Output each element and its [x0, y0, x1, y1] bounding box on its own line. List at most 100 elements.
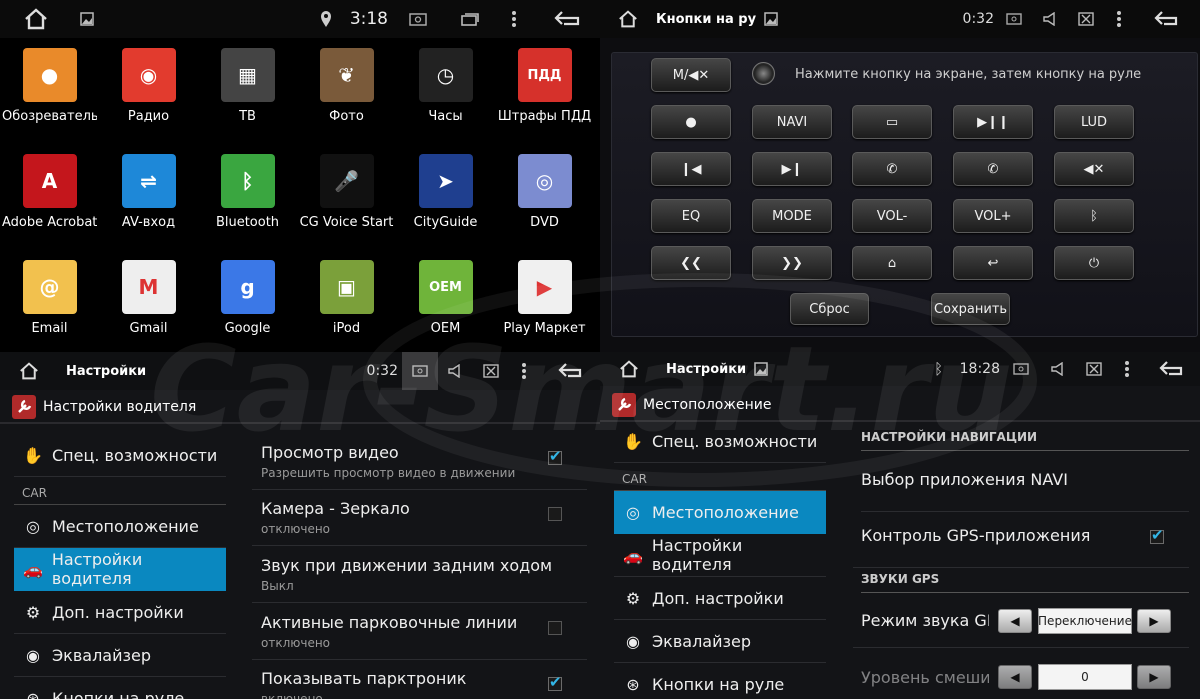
- option-checkbox[interactable]: [548, 507, 562, 521]
- hangup-button[interactable]: ✆: [953, 152, 1033, 186]
- play-pause-button[interactable]: ▶❙❙: [953, 105, 1033, 139]
- disc-button[interactable]: ●: [651, 105, 731, 139]
- app-voice-car[interactable]: 🎤 CG Voice Start: [297, 146, 396, 252]
- mode-button[interactable]: MODE: [752, 199, 832, 233]
- app-oem-android[interactable]: OEM OEM: [396, 252, 495, 352]
- gps-sound-mode-prev-button[interactable]: ◀: [998, 609, 1032, 633]
- app-play-market[interactable]: ▶ Play Маркет: [495, 252, 594, 352]
- home-icon[interactable]: [600, 0, 656, 38]
- power-button[interactable]: ⏻: [1054, 246, 1134, 280]
- mute-button[interactable]: ◀✕: [1054, 152, 1134, 186]
- save-button[interactable]: Сохранить: [931, 293, 1010, 325]
- sidebar-item-0[interactable]: ◎ Местоположение: [14, 505, 226, 548]
- app-bluetooth[interactable]: ᛒ Bluetooth: [198, 146, 297, 252]
- app-photo[interactable]: ❦ Фото: [297, 40, 396, 146]
- gps-control-option[interactable]: Контроль GPS-приложения: [853, 512, 1189, 568]
- sidebar-item-3[interactable]: ◉ Эквалайзер: [14, 634, 226, 677]
- app-cityguide[interactable]: ➤ CityGuide: [396, 146, 495, 252]
- home-button[interactable]: ⌂: [852, 246, 932, 280]
- mute-mode-button[interactable]: M/◀✕: [651, 58, 731, 92]
- car-icon: 🚗: [22, 559, 43, 579]
- rewind-button[interactable]: ❮❮: [651, 246, 731, 280]
- prev-track-button[interactable]: ❙◀: [651, 152, 731, 186]
- radio-button[interactable]: ▭: [852, 105, 932, 139]
- driver-option[interactable]: Активные парковочные линии отключено: [252, 604, 587, 660]
- sidebar-item-label: Кнопки на руле: [52, 688, 185, 699]
- navi-app-option[interactable]: Выбор приложения NAVI: [861, 456, 1189, 512]
- close-window-icon[interactable]: [1068, 0, 1104, 38]
- back-icon[interactable]: [536, 0, 600, 38]
- call-button[interactable]: ✆: [852, 152, 932, 186]
- option-checkbox[interactable]: [548, 621, 562, 635]
- driver-option[interactable]: Просмотр видео Разрешить просмотр видео в…: [252, 434, 587, 490]
- sidebar-item-1[interactable]: 🚗 Настройки водителя: [614, 534, 826, 577]
- back-icon[interactable]: [1134, 0, 1200, 38]
- screenshot-icon[interactable]: [402, 352, 438, 390]
- app-traffic-fines[interactable]: ПДД Штрафы ПДД: [495, 40, 594, 146]
- screenshot-icon[interactable]: [388, 0, 448, 38]
- app-email[interactable]: @ Email: [0, 252, 99, 352]
- eq-button[interactable]: EQ: [651, 199, 731, 233]
- app-clock[interactable]: ◷ Часы: [396, 40, 495, 146]
- file-manager-icon: ●: [22, 48, 77, 102]
- sidebar-item-accessibility[interactable]: ✋ Спец. возможности: [614, 420, 826, 463]
- bluetooth-button[interactable]: ᛒ: [1054, 199, 1134, 233]
- app-tv[interactable]: ▦ ТВ: [198, 40, 297, 146]
- app-av-input[interactable]: ⇌ AV-вход: [99, 146, 198, 252]
- app-google[interactable]: g Google: [198, 252, 297, 352]
- sidebar-item-2[interactable]: ⚙ Доп. настройки: [14, 591, 226, 634]
- lud-button[interactable]: LUD: [1054, 105, 1134, 139]
- close-window-icon[interactable]: [1076, 352, 1112, 386]
- screenshot-icon[interactable]: [994, 0, 1034, 38]
- ipod-icon: ▣: [319, 260, 374, 314]
- option-checkbox[interactable]: [548, 447, 562, 465]
- menu-icon[interactable]: [1112, 352, 1142, 386]
- location-settings-panel: Настройки ᛒ 18:28 Местоположение ✋ Спец. …: [600, 352, 1200, 699]
- sidebar-item-4[interactable]: ⊛ Кнопки на руле: [614, 663, 826, 699]
- app-gmail[interactable]: M Gmail: [99, 252, 198, 352]
- sidebar-item-3[interactable]: ◉ Эквалайзер: [614, 620, 826, 663]
- sidebar-item-1[interactable]: 🚗 Настройки водителя: [14, 548, 226, 591]
- fast-forward-button[interactable]: ❯❯: [752, 246, 832, 280]
- home-icon[interactable]: [600, 352, 658, 386]
- app-dvd[interactable]: ◎ DVD: [495, 146, 594, 252]
- sidebar-item-2[interactable]: ⚙ Доп. настройки: [614, 577, 826, 620]
- home-icon[interactable]: [0, 0, 72, 38]
- driver-option[interactable]: Звук при движении задним ходом Выкл: [252, 547, 587, 603]
- navi-button[interactable]: NAVI: [752, 105, 832, 139]
- driver-option[interactable]: Показывать парктроник включено: [252, 660, 587, 699]
- vol-down-button[interactable]: VOL-: [852, 199, 932, 233]
- sidebar-item-accessibility[interactable]: ✋ Спец. возможности: [14, 434, 226, 477]
- driver-option[interactable]: Камера - Зеркало отключено: [252, 490, 587, 546]
- app-adobe-acrobat[interactable]: A Adobe Acrobat: [0, 146, 99, 252]
- next-track-button[interactable]: ▶❙: [752, 152, 832, 186]
- sidebar-item-4[interactable]: ⊛ Кнопки на руле: [14, 677, 226, 699]
- mix-level-next-button[interactable]: ▶: [1137, 665, 1171, 689]
- gps-sound-mode-next-button[interactable]: ▶: [1137, 609, 1171, 633]
- volume-icon[interactable]: [1042, 352, 1076, 386]
- close-window-icon[interactable]: [474, 352, 508, 390]
- menu-icon[interactable]: [492, 0, 536, 38]
- gps-control-checkbox[interactable]: [1150, 526, 1164, 544]
- vol-up-button[interactable]: VOL+: [953, 199, 1033, 233]
- back-icon[interactable]: [1142, 352, 1200, 386]
- menu-icon[interactable]: [508, 352, 540, 390]
- home-icon[interactable]: [0, 352, 58, 390]
- volume-icon[interactable]: [1034, 0, 1068, 38]
- section-header: Настройки водителя: [0, 390, 600, 423]
- app-radio[interactable]: ◉ Радио: [99, 40, 198, 146]
- option-checkbox[interactable]: [548, 673, 562, 691]
- reset-button[interactable]: Сброс: [790, 293, 869, 325]
- volume-icon[interactable]: [438, 352, 474, 390]
- learn-radio-indicator[interactable]: [752, 62, 775, 85]
- app-ipod[interactable]: ▣ iPod: [297, 252, 396, 352]
- sidebar-item-0[interactable]: ◎ Местоположение: [614, 491, 826, 534]
- mix-level-prev-button[interactable]: ◀: [998, 665, 1032, 689]
- app-file-manager[interactable]: ● Обозреватель: [0, 40, 99, 146]
- sidebar-item-label: Эквалайзер: [652, 631, 752, 651]
- recent-apps-icon[interactable]: [448, 0, 492, 38]
- back-icon[interactable]: [540, 352, 600, 390]
- back-button[interactable]: ↩: [953, 246, 1033, 280]
- screenshot-icon[interactable]: [1000, 352, 1042, 386]
- menu-icon[interactable]: [1104, 0, 1134, 38]
